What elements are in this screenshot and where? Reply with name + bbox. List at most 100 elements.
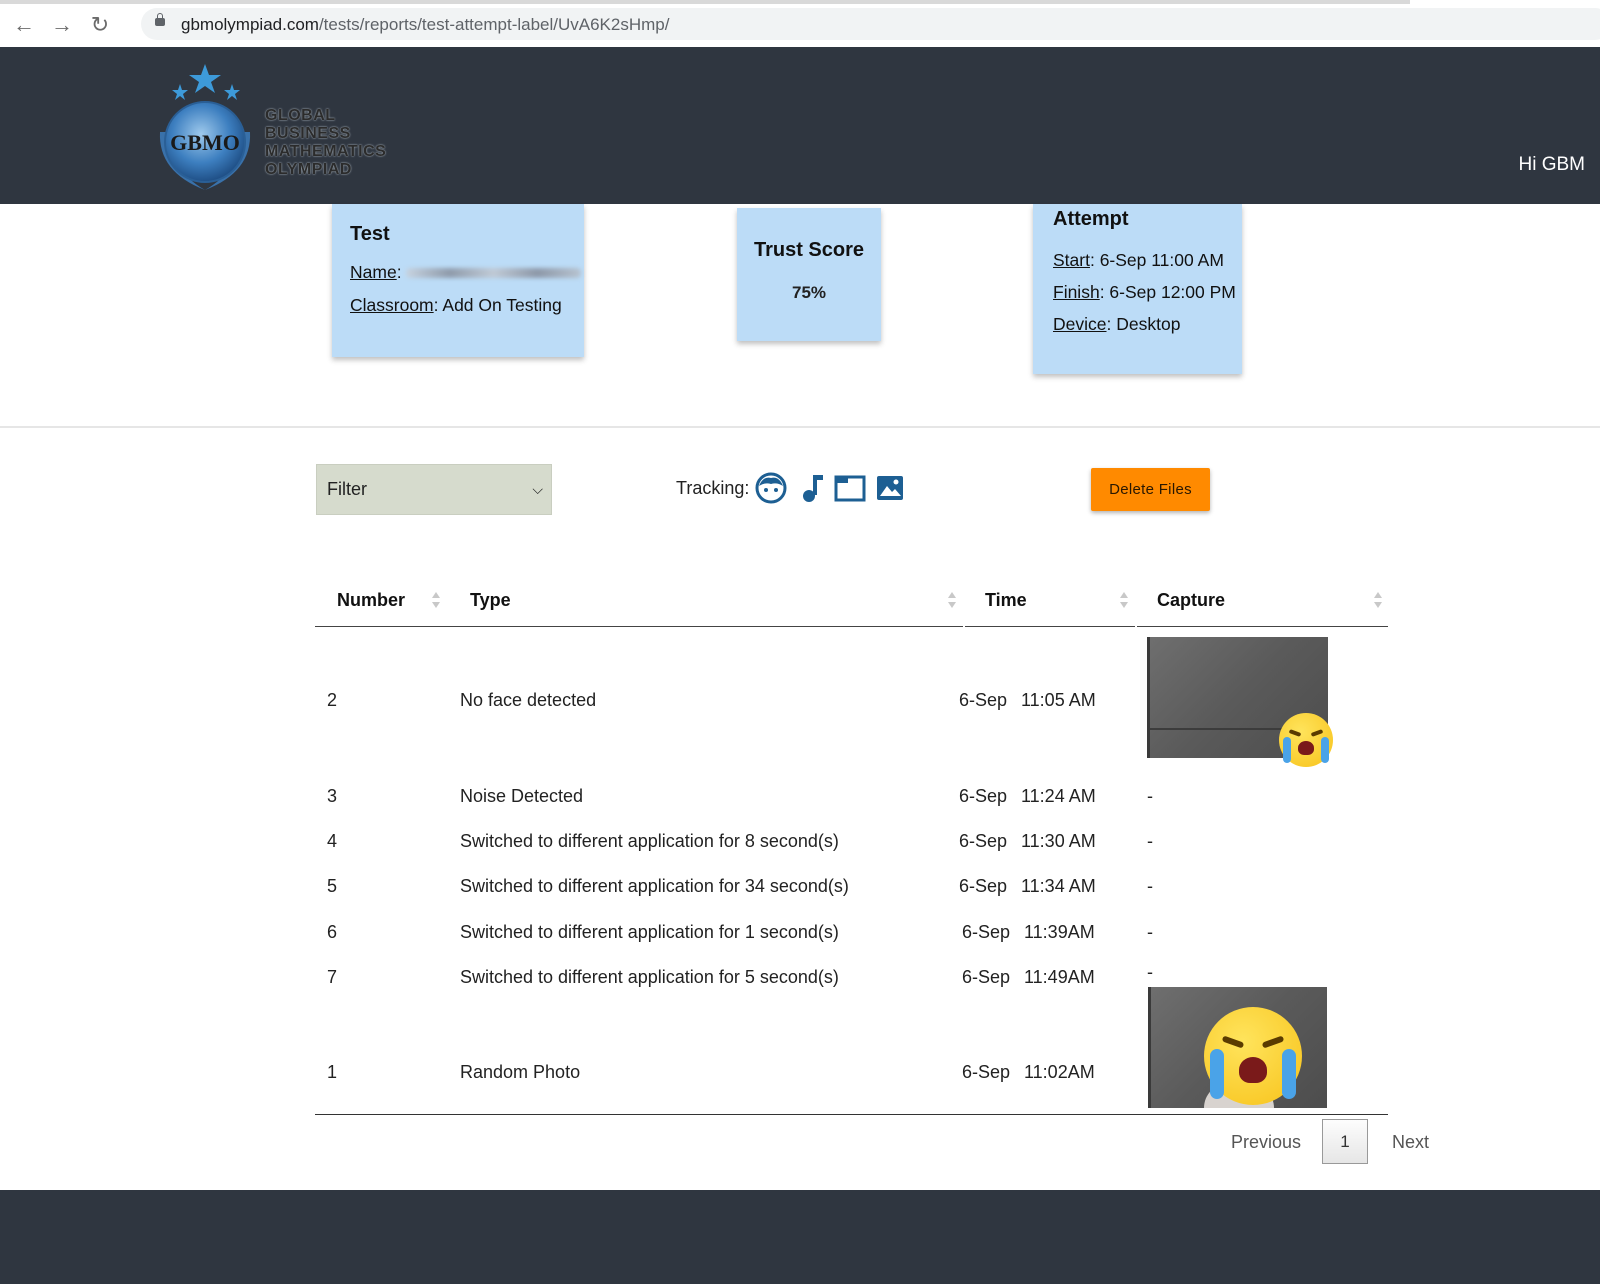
row-date: 6-Sep (959, 786, 1008, 806)
crying-emoji-icon (1279, 713, 1333, 767)
url-path: /tests/reports/test-attempt-label/UvA6K2… (318, 15, 670, 34)
row-number: 5 (327, 876, 338, 896)
crying-emoji-icon (1204, 1007, 1302, 1105)
chevron-down-icon: ⌵ (532, 481, 543, 497)
row-date: 6-Sep (962, 922, 1011, 942)
image-icon[interactable] (874, 472, 906, 504)
test-name-row: Name: (350, 262, 582, 283)
sort-icon[interactable] (432, 592, 440, 610)
trust-score-card: Trust Score 75% (737, 208, 881, 341)
row-number: 1 (327, 1062, 338, 1082)
row-type: No face detected (460, 690, 597, 710)
classroom-row: Classroom: Add On Testing (350, 295, 562, 316)
row-capture: - (1147, 962, 1153, 982)
capture-thumbnail[interactable] (1147, 637, 1333, 767)
row-type: Switched to different application for 1 … (460, 922, 839, 942)
redacted-name (406, 268, 582, 279)
browser-toolbar: ← → ↻ gbmolympiad.com/tests/reports/test… (0, 0, 1600, 48)
header-rule (315, 626, 448, 627)
logo-line-1: GLOBAL (265, 107, 336, 124)
window-icon[interactable] (834, 472, 866, 504)
row-date: 6-Sep (959, 690, 1008, 710)
row-time: 11:39AM (1024, 922, 1095, 942)
capture-thumbnail[interactable] (1148, 987, 1327, 1108)
attempt-card: Attempt Start: 6-Sep 11:00 AM Finish: 6-… (1033, 204, 1242, 374)
user-greeting[interactable]: Hi GBM (1519, 154, 1586, 176)
classroom-label: Classroom (350, 295, 434, 315)
trust-score-title: Trust Score (753, 239, 865, 261)
url-host: gbmolympiad.com (181, 15, 319, 34)
row-type: Random Photo (460, 1062, 581, 1082)
tab-strip (0, 0, 1410, 4)
sort-icon[interactable] (1120, 592, 1128, 610)
address-bar[interactable]: gbmolympiad.com/tests/reports/test-attem… (141, 8, 1600, 40)
row-date: 6-Sep (962, 1062, 1011, 1082)
row-time: 11:34 AM (1021, 876, 1096, 896)
start-value: : 6-Sep 11:00 AM (1089, 250, 1224, 270)
app-header: GBMO GLOBAL BUSINESS MATHEMATICS OLYMPIA… (0, 47, 1600, 204)
finish-row: Finish: 6-Sep 12:00 PM (1053, 282, 1236, 303)
reload-icon[interactable]: ↻ (87, 12, 113, 38)
finish-value: : 6-Sep 12:00 PM (1099, 282, 1236, 302)
row-time: 11:24 AM (1021, 786, 1096, 806)
row-number: 6 (327, 922, 338, 942)
filter-selected-value: Filter (327, 479, 367, 499)
test-card: Test Name: Classroom: Add On Testing (332, 204, 584, 357)
name-label: Name (350, 262, 397, 282)
row-capture: - (1147, 922, 1153, 942)
logo-line-3: MATHEMATICS (265, 143, 387, 160)
sort-icon[interactable] (948, 592, 956, 610)
pagination-previous[interactable]: Previous (1231, 1132, 1301, 1153)
start-label: Start (1053, 250, 1090, 270)
table-bottom-rule (315, 1114, 1388, 1115)
row-number: 3 (327, 786, 338, 806)
row-time: 11:02AM (1024, 1062, 1095, 1082)
finish-label: Finish (1053, 282, 1100, 302)
row-time: 11:49AM (1024, 967, 1095, 987)
url-text: gbmolympiad.com/tests/reports/test-attem… (181, 15, 669, 35)
col-header-capture[interactable]: Capture (1157, 590, 1225, 611)
sort-icon[interactable] (1374, 592, 1382, 610)
row-capture: - (1147, 786, 1153, 806)
section-divider (0, 426, 1600, 428)
page-footer (0, 1190, 1600, 1284)
row-capture: - (1147, 831, 1153, 851)
row-type: Switched to different application for 5 … (460, 967, 839, 987)
row-time: 11:30 AM (1021, 831, 1096, 851)
device-row: Device: Desktop (1053, 314, 1180, 335)
logo-wordmark: GLOBAL BUSINESS MATHEMATICS OLYMPIAD (265, 107, 386, 179)
row-date: 6-Sep (959, 876, 1008, 896)
row-date: 6-Sep (959, 831, 1008, 851)
row-time: 11:05 AM (1021, 690, 1096, 710)
forward-arrow-icon[interactable]: → (49, 12, 75, 38)
start-row: Start: 6-Sep 11:00 AM (1053, 250, 1224, 271)
face-icon[interactable] (755, 472, 787, 504)
row-type: Noise Detected (460, 786, 584, 806)
tracking-label: Tracking: (676, 478, 750, 498)
device-value: : Desktop (1106, 314, 1181, 334)
back-arrow-icon[interactable]: ← (11, 12, 37, 38)
delete-files-button[interactable]: Delete Files (1091, 468, 1210, 511)
logo-line-2: BUSINESS (265, 125, 351, 142)
row-date: 6-Sep (962, 967, 1011, 987)
row-type: Switched to different application for 8 … (460, 831, 839, 851)
filter-select[interactable]: Filter ⌵ (316, 464, 552, 515)
pagination-next[interactable]: Next (1392, 1132, 1429, 1153)
row-number: 4 (327, 831, 338, 851)
col-header-time[interactable]: Time (985, 590, 1027, 611)
header-rule (448, 626, 963, 627)
trust-score-value: 75% (791, 283, 827, 302)
lock-icon (155, 13, 165, 26)
music-note-icon[interactable] (796, 472, 828, 504)
row-number: 7 (327, 967, 338, 987)
logo-monogram: GBMO (170, 130, 240, 155)
device-label: Device (1053, 314, 1107, 334)
col-header-type[interactable]: Type (470, 590, 511, 611)
row-number: 2 (327, 690, 338, 710)
test-card-title: Test (350, 223, 390, 245)
row-type: Switched to different application for 34… (460, 876, 849, 896)
col-header-number[interactable]: Number (337, 590, 405, 611)
pagination-page-1[interactable]: 1 (1322, 1119, 1368, 1164)
row-capture: - (1147, 876, 1153, 896)
classroom-value: : Add On Testing (433, 295, 562, 315)
